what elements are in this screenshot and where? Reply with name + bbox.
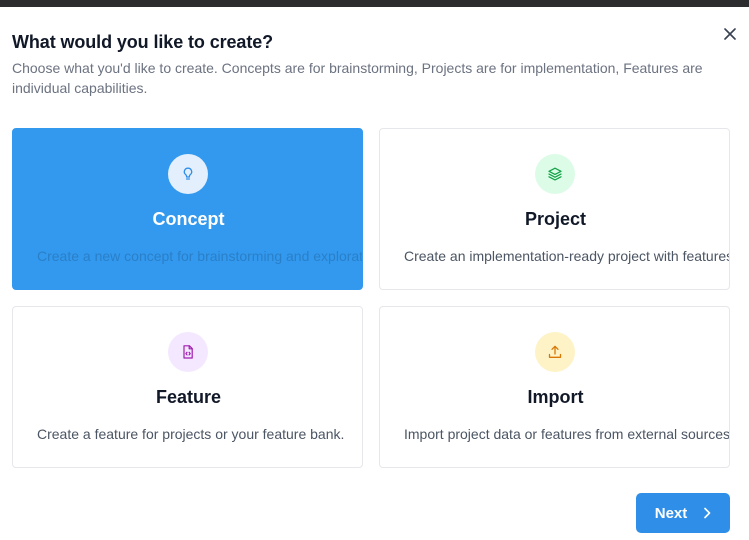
option-description: Create a feature for projects or your fe… xyxy=(37,426,345,442)
next-button[interactable]: Next xyxy=(636,493,730,533)
upload-icon xyxy=(548,345,562,358)
project-icon-circle xyxy=(535,154,575,194)
dialog-title: What would you like to create? xyxy=(12,32,274,52)
close-button[interactable] xyxy=(719,23,741,45)
concept-icon-circle xyxy=(168,154,208,194)
option-card-import[interactable]: Import Import project data or features f… xyxy=(379,306,730,468)
dialog-subtitle: Choose what you'd like to create. Concep… xyxy=(12,60,703,96)
file-code-icon xyxy=(183,345,193,359)
feature-icon-circle xyxy=(168,332,208,372)
option-description: Create a new concept for brainstorming a… xyxy=(37,248,363,264)
option-title: Import xyxy=(527,387,584,407)
chevron-right-icon xyxy=(704,507,711,519)
option-description: Import project data or features from ext… xyxy=(404,426,730,442)
option-title: Concept xyxy=(152,209,225,229)
option-card-project[interactable]: Project Create an implementation-ready p… xyxy=(379,128,730,290)
option-card-concept[interactable]: Concept Create a new concept for brainst… xyxy=(12,128,363,290)
option-title: Feature xyxy=(155,387,222,407)
option-title: Project xyxy=(524,209,587,229)
import-icon-circle xyxy=(535,332,575,372)
close-icon xyxy=(724,28,736,40)
lightbulb-icon xyxy=(183,167,193,180)
option-description: Create an implementation-ready project w… xyxy=(404,248,730,264)
layers-icon xyxy=(548,167,562,181)
option-card-feature[interactable]: Feature Create a feature for projects or… xyxy=(12,306,363,468)
window-top-bar xyxy=(0,0,749,7)
next-button-label: Next xyxy=(654,504,688,522)
